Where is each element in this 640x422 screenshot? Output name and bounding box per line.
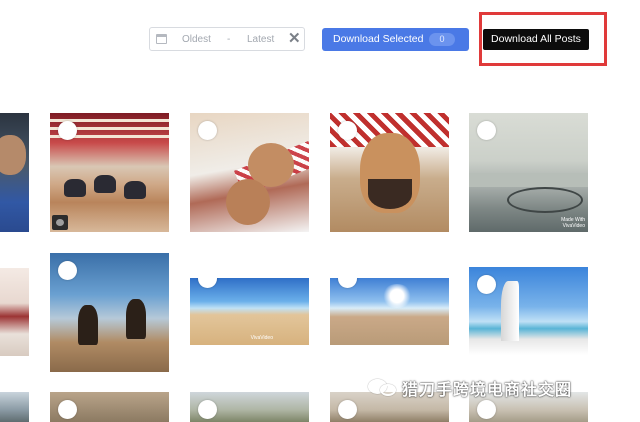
select-checkbox[interactable] <box>198 400 217 419</box>
post-thumbnail[interactable] <box>330 113 449 232</box>
watermark-text: 猎刀手跨境电商社交圈 <box>402 380 573 399</box>
date-separator: - <box>227 34 231 45</box>
wechat-logo-icon <box>368 379 398 397</box>
post-caption: VivaVideo <box>250 335 273 341</box>
date-to-field[interactable]: Latest <box>247 34 274 45</box>
select-checkbox[interactable] <box>338 121 357 140</box>
download-selected-button[interactable]: Download Selected 0 <box>322 28 469 51</box>
post-thumbnail[interactable] <box>50 392 169 422</box>
post-thumbnail[interactable]: VivaVideo <box>190 278 309 345</box>
select-checkbox[interactable] <box>198 121 217 140</box>
watermark: 猎刀手跨境电商社交圈 <box>368 378 573 399</box>
post-thumbnail[interactable] <box>190 113 309 232</box>
calendar-icon[interactable] <box>156 34 167 44</box>
video-badge-icon <box>52 215 68 230</box>
clear-icon[interactable]: ✕ <box>288 30 301 48</box>
download-selected-label: Download Selected <box>333 33 424 45</box>
post-thumbnail[interactable] <box>50 253 169 372</box>
selected-count-badge: 0 <box>429 33 455 46</box>
post-thumbnail[interactable] <box>0 392 29 422</box>
select-checkbox[interactable] <box>198 278 217 288</box>
post-thumbnail[interactable] <box>330 278 449 345</box>
post-thumbnail[interactable] <box>190 392 309 422</box>
post-caption: Made With VivaVideo <box>561 217 585 229</box>
post-thumbnail[interactable] <box>0 113 29 232</box>
post-thumbnail[interactable] <box>0 268 29 356</box>
select-checkbox[interactable] <box>58 121 77 140</box>
select-checkbox[interactable] <box>477 275 496 294</box>
date-from-field[interactable]: Oldest <box>182 34 211 45</box>
download-all-posts-button[interactable]: Download All Posts <box>483 29 589 50</box>
date-range-filter[interactable]: Oldest - Latest ✕ <box>149 27 305 51</box>
post-thumbnail[interactable] <box>50 113 169 232</box>
select-checkbox[interactable] <box>58 261 77 280</box>
photo-subject <box>0 135 26 175</box>
select-checkbox[interactable] <box>477 400 496 419</box>
select-checkbox[interactable] <box>338 278 357 288</box>
posts-page: Oldest - Latest ✕ Download Selected 0 Do… <box>0 0 640 422</box>
select-checkbox[interactable] <box>58 400 77 419</box>
select-checkbox[interactable] <box>338 400 357 419</box>
post-thumbnail[interactable]: Made With VivaVideo <box>469 113 588 232</box>
post-thumbnail[interactable] <box>469 267 588 355</box>
select-checkbox[interactable] <box>477 121 496 140</box>
